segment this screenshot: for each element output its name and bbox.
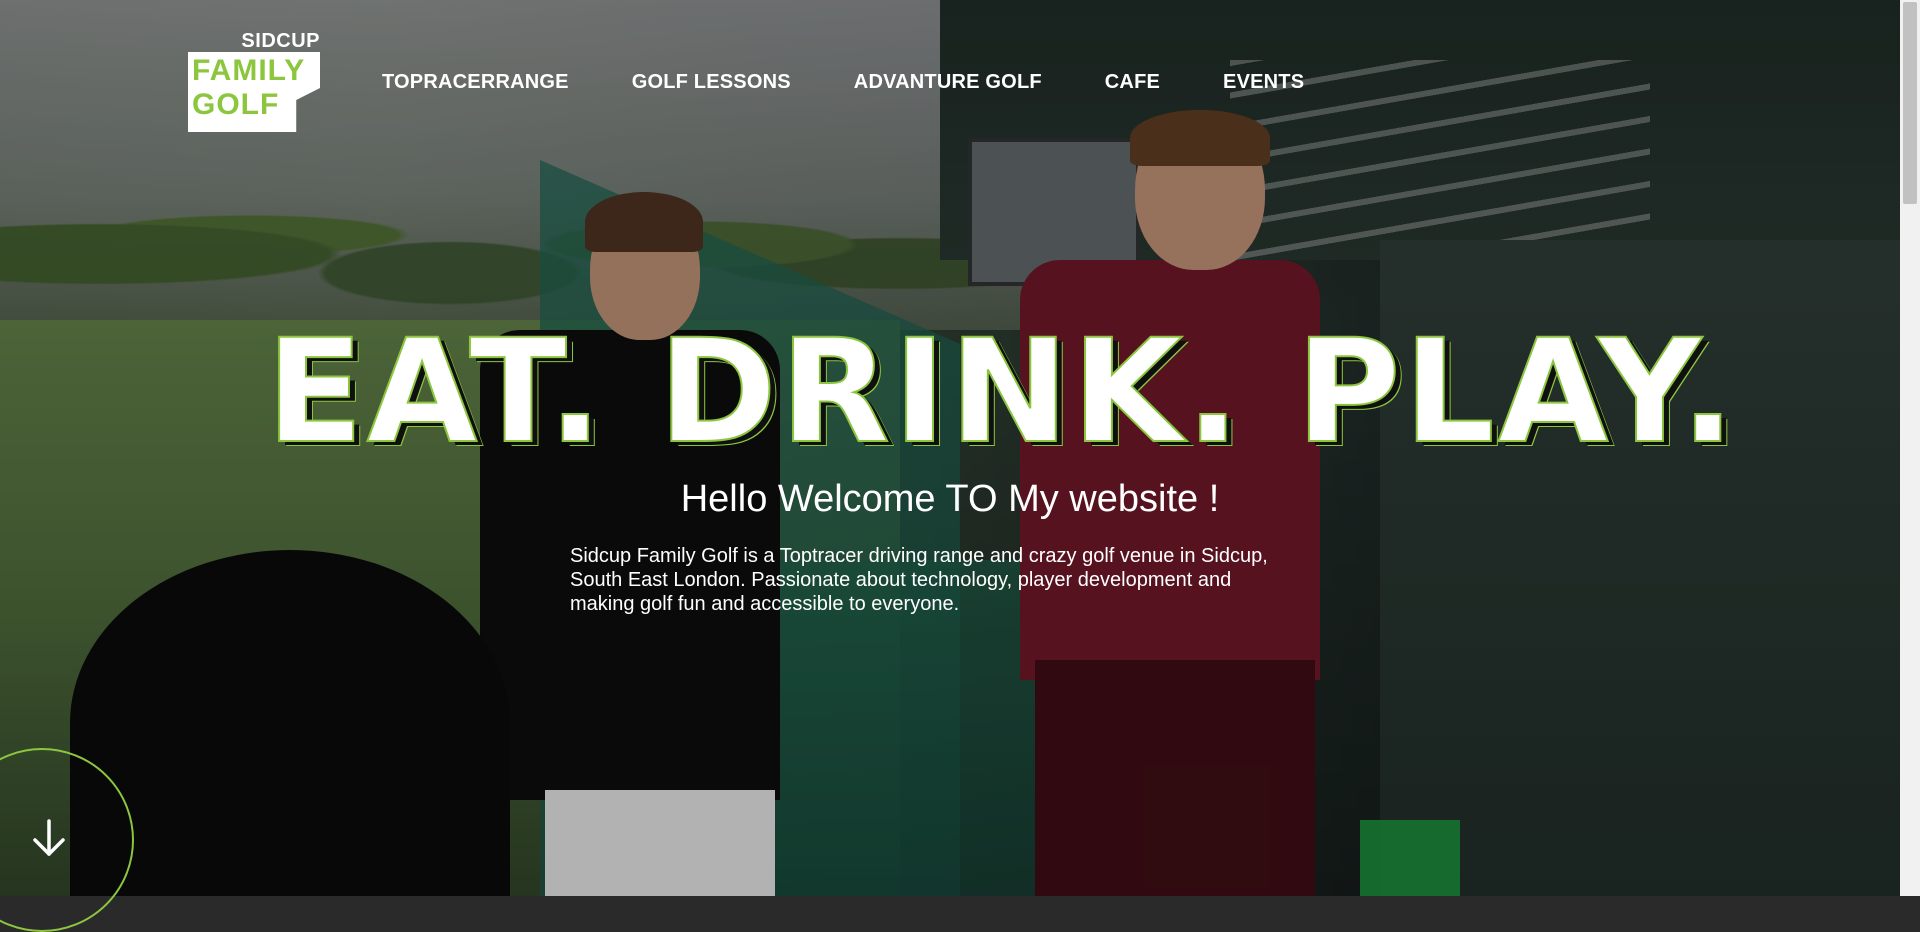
logo-line1: FAMILY [192, 54, 306, 87]
arrow-down-icon[interactable] [30, 818, 68, 858]
nav-golf-lessons[interactable]: GOLF LESSONS [632, 71, 791, 94]
welcome-heading: Hello Welcome TO My website ! [680, 478, 1220, 520]
hero-headline: EAT. DRINK. PLAY. [265, 308, 1738, 475]
nav-adventure-golf[interactable]: ADVANTURE GOLF [854, 71, 1042, 94]
intro-paragraph: Sidcup Family Golf is a Toptracer drivin… [570, 545, 1268, 615]
welcome-heading-row: Hello Welcome TO My website ! [0, 478, 1900, 521]
headline-text: EAT. DRINK. PLAY. [265, 308, 1738, 475]
scrollbar-thumb[interactable] [1903, 2, 1917, 204]
nav-toptracer-range[interactable]: TOPRACERRANGE [382, 71, 569, 94]
logo-top-text: SIDCUP [241, 30, 320, 52]
main-nav: TOPRACERRANGE GOLF LESSONS ADVANTURE GOL… [382, 71, 1304, 94]
logo-line2: GOLF [192, 88, 280, 121]
nav-cafe[interactable]: CAFE [1105, 71, 1160, 94]
site-logo[interactable]: SIDCUP FAMILY GOLF [186, 30, 322, 136]
nav-events[interactable]: EVENTS [1223, 71, 1304, 94]
